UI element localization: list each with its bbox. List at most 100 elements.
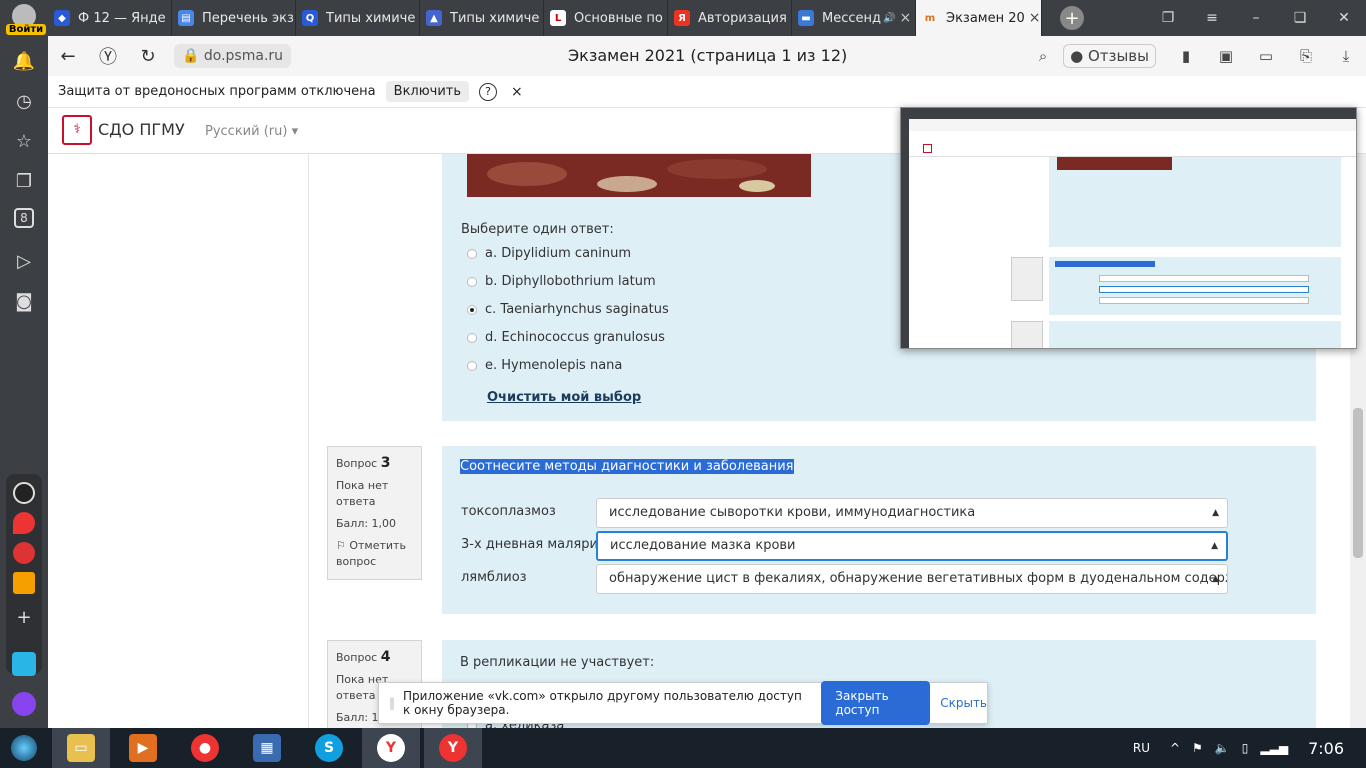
mail-icon[interactable] [13, 572, 35, 594]
yandex-home-icon[interactable]: Ⓨ [88, 43, 128, 69]
radio-a[interactable] [467, 248, 477, 259]
divider [308, 154, 309, 728]
menu-icon[interactable]: ≡ [1190, 10, 1234, 26]
flag-question[interactable]: ⚐ Отметить вопрос [336, 538, 413, 570]
add-icon[interactable]: + [12, 606, 36, 630]
option-e[interactable]: e. Hymenolepis nana [467, 358, 622, 373]
document-icon: ▤ [178, 10, 194, 26]
match-select-3[interactable]: обнаружение цист в фекалиях, обнаружение… [596, 564, 1228, 594]
minimize-icon[interactable]: – [1234, 10, 1278, 26]
restore-icon[interactable]: ❏ [1278, 10, 1322, 26]
taskbar-skype[interactable]: S [300, 728, 358, 768]
taskbar-explorer[interactable]: ▭ [52, 728, 110, 768]
close-access-button[interactable]: Закрыть доступ [821, 681, 931, 725]
reviews-button[interactable]: ● Отзывы [1063, 44, 1156, 68]
select-arrows-icon: ▲▼ [1212, 574, 1219, 584]
back-icon[interactable]: ← [48, 46, 88, 67]
close-icon[interactable]: × [511, 84, 523, 100]
window-controls: ❐ ≡ – ❏ ✕ [1146, 10, 1366, 26]
tab-2[interactable]: ▤ Перечень экз [172, 0, 296, 36]
history-icon[interactable]: ◷ [12, 90, 36, 114]
download-icon[interactable]: ⤓ [1326, 47, 1366, 65]
reload-icon[interactable]: ↻ [128, 46, 168, 67]
close-icon[interactable]: × [1025, 10, 1041, 26]
radio-b[interactable] [467, 276, 477, 287]
volume-icon[interactable]: 🔈 [1215, 741, 1230, 755]
search-page-icon[interactable]: ⌕ [1023, 47, 1063, 65]
preview-logo-icon [923, 144, 932, 153]
tab-5[interactable]: L Основные по [544, 0, 668, 36]
tab-7[interactable]: ▬ Мессенд 🔊 × [792, 0, 916, 36]
signal-icon[interactable]: ▂▃▅ [1260, 741, 1288, 755]
clear-choice-link[interactable]: Очистить мой выбор [487, 390, 641, 405]
taskbar-chrome[interactable]: ● [176, 728, 234, 768]
drag-handle-icon[interactable]: ‖ [389, 696, 395, 710]
alice-assistant-icon[interactable] [12, 692, 36, 716]
tab-3[interactable]: Q Типы химиче [296, 0, 420, 36]
speaker-icon[interactable]: 🔊 [883, 13, 895, 24]
play-icon[interactable]: ▷ [12, 250, 36, 274]
sidebar-apps-group: + [6, 474, 42, 674]
taskbar-yandex-2[interactable]: Y [424, 728, 482, 768]
tab-4[interactable]: ▲ Типы химиче [420, 0, 544, 36]
taskbar-media[interactable]: ▶ [114, 728, 172, 768]
radio-e[interactable] [467, 360, 477, 371]
tabs-icon[interactable]: ❐ [1146, 10, 1190, 26]
tab-6[interactable]: Я Авторизация [668, 0, 792, 36]
avatar[interactable]: Войти [6, 4, 46, 36]
flag-icon[interactable]: ⚑ [1192, 741, 1203, 755]
battery-tray-icon[interactable]: ▯ [1242, 741, 1249, 755]
star-icon[interactable]: ☆ [12, 130, 36, 154]
extension-icon[interactable]: ▣ [1206, 47, 1246, 65]
match-select-2[interactable]: исследование мазка крови▲▼ [596, 531, 1228, 561]
match-label-2: 3-х дневная малярия [461, 537, 606, 552]
maps-pin-icon[interactable] [13, 512, 35, 534]
chevron-up-icon[interactable]: ^ [1170, 741, 1180, 755]
match-select-1[interactable]: исследование сыворотки крови, иммунодиаг… [596, 498, 1228, 528]
radio-c-selected[interactable] [467, 304, 477, 315]
language-selector[interactable]: Русский (ru) ▾ [205, 124, 298, 139]
option-a[interactable]: a. Dipylidium caninum [467, 246, 631, 261]
login-label[interactable]: Войти [6, 24, 46, 35]
option-c[interactable]: c. Taeniarhynchus saginatus [467, 302, 669, 317]
hide-button[interactable]: Скрыть [940, 696, 987, 710]
option-b[interactable]: b. Diphyllobothrium latum [467, 274, 656, 289]
taskbar-network[interactable]: ▦ [238, 728, 296, 768]
tab-counter-icon[interactable]: 8 [14, 208, 34, 228]
send-icon[interactable] [12, 652, 36, 676]
bell-icon[interactable]: 🔔 [12, 50, 36, 74]
preview-address-bar [909, 119, 1356, 131]
new-tab-button[interactable]: + [1060, 6, 1084, 30]
tab-1[interactable]: ◆ Ф 12 — Янде [48, 0, 172, 36]
search-icon: Q [302, 10, 318, 26]
help-icon[interactable]: ? [479, 82, 498, 101]
preview-q2-box [1049, 157, 1341, 247]
camera-icon[interactable]: ◙ [12, 290, 36, 314]
battery-icon[interactable]: ▭ [1246, 47, 1286, 65]
url-field[interactable]: 🔒 do.psma.ru [174, 44, 292, 68]
windows-taskbar: ▭ ▶ ● ▦ S Y Y RU ^ ⚑ 🔈 ▯ ▂▃▅ 7:06 [0, 728, 1366, 768]
site-logo-icon[interactable]: ⚕ [62, 115, 92, 145]
language-indicator[interactable]: RU [1133, 741, 1150, 755]
collections-icon[interactable]: ❐ [12, 170, 36, 194]
alice-icon[interactable] [13, 482, 35, 504]
close-icon[interactable]: × [895, 10, 911, 26]
enable-protection-button[interactable]: Включить [385, 81, 470, 102]
option-d[interactable]: d. Echinococcus granulosus [467, 330, 665, 345]
clock[interactable]: 7:06 [1308, 739, 1344, 758]
preview-select-1 [1099, 275, 1309, 282]
question-3-text: Соотнесите методы диагностики и заболева… [460, 459, 794, 474]
site-name[interactable]: СДО ПГМУ [98, 120, 185, 139]
screen-share-preview[interactable] [900, 107, 1357, 349]
radio-d[interactable] [467, 332, 477, 343]
scrollbar-thumb[interactable] [1353, 408, 1363, 558]
downloads-icon[interactable]: ⎘ [1286, 47, 1326, 65]
preview-q4-info [1011, 321, 1043, 348]
window-close-icon[interactable]: ✕ [1322, 10, 1366, 26]
bookmark-icon[interactable]: ▮ [1166, 47, 1206, 65]
translate-icon[interactable] [13, 542, 35, 564]
warning-text: Защита от вредоносных программ отключена [58, 84, 376, 99]
start-button[interactable] [0, 728, 48, 768]
tab-8-active[interactable]: m Экзамен 20 × [916, 0, 1042, 36]
taskbar-yandex-1[interactable]: Y [362, 728, 420, 768]
